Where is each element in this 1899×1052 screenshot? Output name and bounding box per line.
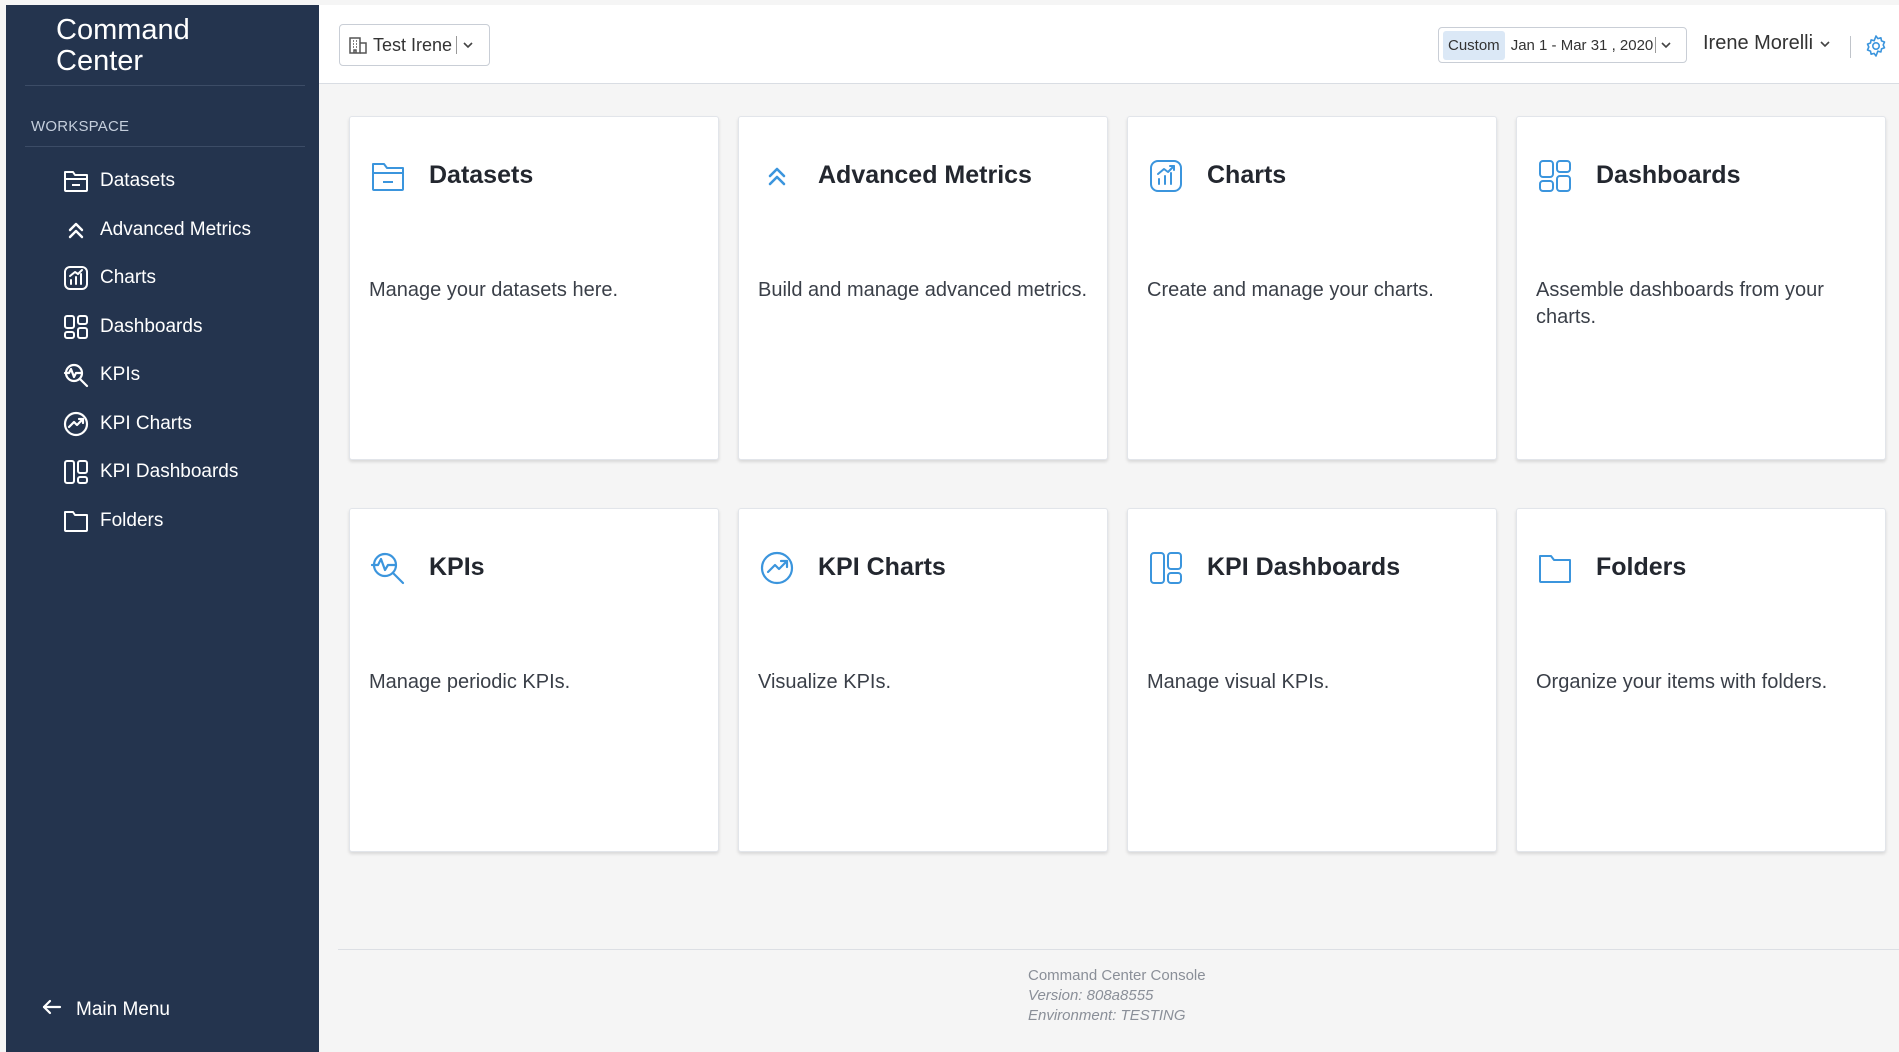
- sidebar-item-label: KPI Dashboards: [100, 461, 239, 482]
- kpi-chart-icon: [758, 549, 796, 587]
- section-label-workspace: WORKSPACE: [31, 118, 130, 135]
- sidebar-item-kpi-charts[interactable]: KPI Charts: [6, 400, 319, 448]
- topbar: Test Irene Custom Jan 1 - Mar 31 , 2020 …: [319, 5, 1899, 84]
- kpi-search-icon: [61, 360, 91, 390]
- folder-open-icon: [369, 157, 407, 195]
- sidebar-item-label: KPI Charts: [100, 413, 192, 434]
- card-description: Create and manage your charts.: [1147, 279, 1434, 301]
- sidebar-item-kpi-dashboards[interactable]: KPI Dashboards: [6, 448, 319, 496]
- sidebar-item-label: Datasets: [100, 170, 175, 191]
- chevrons-up-icon: [61, 215, 91, 245]
- sidebar-item-dashboards[interactable]: Dashboards: [6, 303, 319, 351]
- card-advanced-metrics[interactable]: Advanced Metrics Build and manage advanc…: [738, 116, 1108, 460]
- card-title: Charts: [1207, 161, 1287, 189]
- company-name: Test Irene: [373, 34, 453, 55]
- folder-icon: [1536, 549, 1574, 587]
- chart-icon: [61, 263, 91, 293]
- app-root: Command Center WORKSPACE Datasets Advanc…: [0, 0, 1899, 1052]
- footer-environment: Environment: TESTING: [1028, 1007, 1186, 1024]
- card-description: Manage your datasets here.: [369, 279, 619, 301]
- kpi-search-icon: [369, 549, 407, 587]
- card-folders[interactable]: Folders Organize your items with folders…: [1516, 508, 1886, 852]
- card-title: KPI Dashboards: [1207, 553, 1401, 581]
- card-description: Build and manage advanced metrics.: [758, 279, 1088, 301]
- card-title: KPI Charts: [818, 553, 946, 581]
- date-preset-chip: Custom: [1443, 30, 1505, 60]
- card-description: Assemble dashboards from your charts.: [1536, 279, 1824, 328]
- card-charts[interactable]: Charts Create and manage your charts.: [1127, 116, 1497, 460]
- chevrons-up-icon: [758, 157, 796, 195]
- sidebar-item-kpis[interactable]: KPIs: [6, 351, 319, 399]
- main-menu-link[interactable]: Main Menu: [40, 995, 170, 1024]
- building-icon: [348, 35, 368, 55]
- sidebar-item-datasets[interactable]: Datasets: [6, 157, 319, 205]
- footer-divider: [338, 949, 1899, 950]
- card-description: Organize your items with folders.: [1536, 671, 1828, 693]
- card-title: KPIs: [429, 553, 485, 581]
- settings-button[interactable]: [1864, 34, 1888, 58]
- app-title: Command Center: [56, 14, 190, 77]
- sidebar-item-label: Advanced Metrics: [100, 219, 252, 240]
- divider: [1655, 37, 1657, 53]
- footer: Command Center Console Version: 808a8555…: [1028, 966, 1206, 1026]
- card-title: Folders: [1596, 553, 1687, 581]
- card-title: Datasets: [429, 161, 534, 189]
- card-dashboards[interactable]: Dashboards Assemble dashboards from your…: [1516, 116, 1886, 460]
- chevron-down-icon: [462, 39, 474, 51]
- sidebar-item-label: Folders: [100, 510, 164, 531]
- card-kpis[interactable]: KPIs Manage periodic KPIs.: [349, 508, 719, 852]
- arrow-left-icon: [40, 995, 64, 1024]
- chevron-down-icon: [1660, 39, 1672, 51]
- card-description: Manage periodic KPIs.: [369, 671, 571, 693]
- chart-icon: [1147, 157, 1185, 195]
- card-title: Dashboards: [1596, 161, 1741, 189]
- card-title: Advanced Metrics: [818, 161, 1032, 189]
- sidebar-item-charts[interactable]: Charts: [6, 254, 319, 302]
- user-menu[interactable]: Irene Morelli: [1703, 32, 1831, 55]
- gear-icon: [1864, 34, 1888, 58]
- card-kpi-charts[interactable]: KPI Charts Visualize KPIs.: [738, 508, 1108, 852]
- kpi-dashboard-icon: [61, 457, 91, 487]
- company-select[interactable]: Test Irene: [339, 24, 490, 66]
- card-description: Visualize KPIs.: [758, 671, 892, 693]
- divider: [25, 85, 305, 86]
- divider: [25, 146, 305, 147]
- card-description: Manage visual KPIs.: [1147, 671, 1330, 693]
- chevron-down-icon: [1819, 38, 1831, 50]
- folder-icon: [61, 506, 91, 536]
- kpi-chart-icon: [61, 409, 91, 439]
- card-datasets[interactable]: Datasets Manage your datasets here.: [349, 116, 719, 460]
- folder-open-icon: [61, 166, 91, 196]
- sidebar: Command Center WORKSPACE Datasets Advanc…: [6, 5, 319, 1052]
- sidebar-item-advanced-metrics[interactable]: Advanced Metrics: [6, 206, 319, 254]
- divider: [456, 36, 458, 54]
- dashboard-grid-icon: [1536, 157, 1574, 195]
- user-name: Irene Morelli: [1703, 32, 1814, 54]
- card-kpi-dashboards[interactable]: KPI Dashboards Manage visual KPIs.: [1127, 508, 1497, 852]
- sidebar-item-label: Charts: [100, 267, 156, 288]
- sidebar-item-folders[interactable]: Folders: [6, 497, 319, 545]
- footer-version: Version: 808a8555: [1028, 987, 1154, 1004]
- sidebar-item-label: Dashboards: [100, 316, 203, 337]
- footer-console: Command Center Console: [1028, 967, 1206, 984]
- divider: [1850, 36, 1851, 58]
- main-menu-label: Main Menu: [76, 998, 170, 1020]
- kpi-dashboard-icon: [1147, 549, 1185, 587]
- dashboard-grid-icon: [61, 312, 91, 342]
- date-range-select[interactable]: Custom Jan 1 - Mar 31 , 2020: [1438, 27, 1687, 63]
- sidebar-item-label: KPIs: [100, 364, 141, 385]
- date-range-text: Jan 1 - Mar 31 , 2020: [1510, 36, 1654, 54]
